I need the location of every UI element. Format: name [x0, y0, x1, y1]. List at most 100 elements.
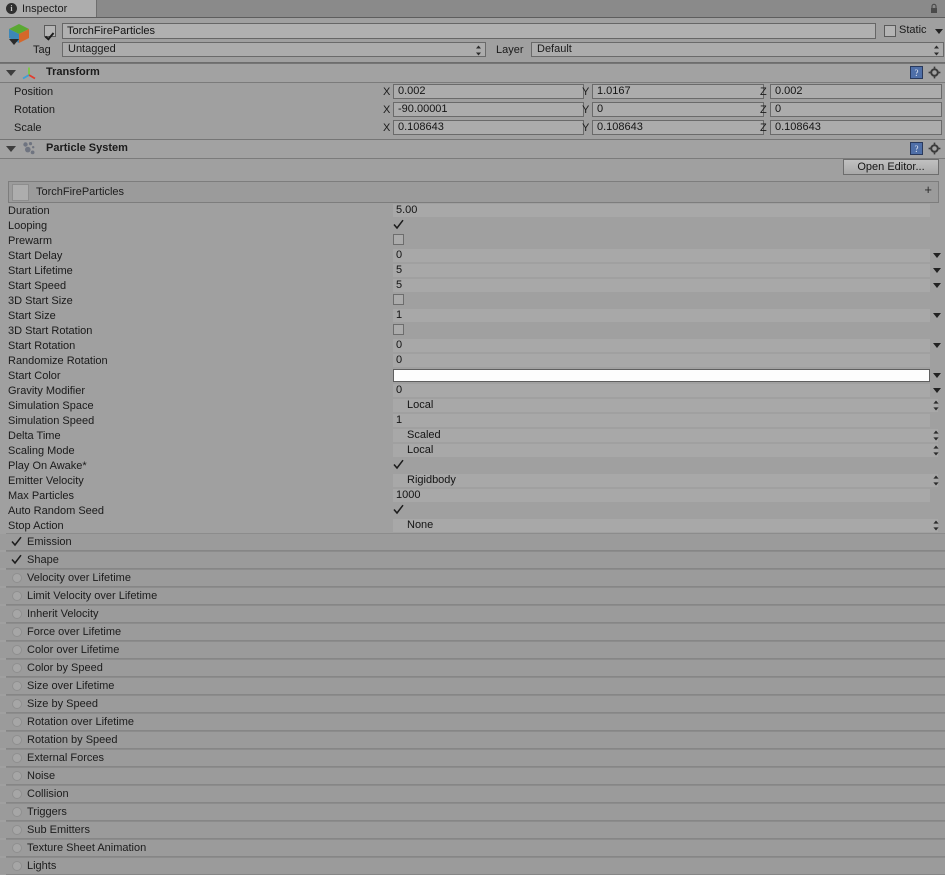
property-stop-action-dropdown[interactable]: None: [393, 519, 938, 532]
module-row-velocity-over-lifetime[interactable]: Velocity over Lifetime: [0, 569, 945, 587]
property-start-delay-input[interactable]: 0: [393, 249, 930, 262]
module-row-triggers[interactable]: Triggers: [0, 803, 945, 821]
tab-inspector[interactable]: i Inspector: [0, 0, 97, 17]
open-editor-button[interactable]: Open Editor...: [843, 159, 939, 175]
module-size-over-lifetime-toggle[interactable]: [12, 681, 22, 691]
property-3d-start-size-checkbox[interactable]: [393, 294, 404, 305]
module-color-by-speed-toggle[interactable]: [12, 663, 22, 673]
module-limit-velocity-over-lifetime-toggle[interactable]: [12, 591, 22, 601]
property-start-color-swatch[interactable]: [393, 369, 930, 382]
particle-system-component-header[interactable]: Particle System ?: [0, 139, 945, 159]
module-label: Noise: [27, 770, 56, 782]
help-book-icon[interactable]: ?: [910, 66, 923, 79]
transform-scale-x-input[interactable]: 0.108643: [393, 120, 584, 135]
property-start-lifetime-input[interactable]: 5: [393, 264, 930, 277]
module-label: Size by Speed: [27, 698, 98, 710]
module-noise-toggle[interactable]: [12, 771, 22, 781]
property-looping-checkbox[interactable]: [393, 219, 404, 230]
module-color-over-lifetime-toggle[interactable]: [12, 645, 22, 655]
property-simulation-speed-input[interactable]: 1: [393, 414, 930, 427]
module-row-color-by-speed[interactable]: Color by Speed: [0, 659, 945, 677]
property-auto-random-seed-checkbox[interactable]: [393, 504, 404, 515]
module-velocity-over-lifetime-toggle[interactable]: [12, 573, 22, 583]
property-start-rotation-input[interactable]: 0: [393, 339, 930, 352]
transform-position-y-input[interactable]: 1.0167: [592, 84, 764, 99]
property-start-delay-dropdown-icon[interactable]: [933, 253, 941, 258]
module-rotation-over-lifetime-toggle[interactable]: [12, 717, 22, 727]
transform-component-header[interactable]: Transform ?: [0, 63, 945, 83]
layer-dropdown[interactable]: Default: [531, 42, 944, 57]
module-row-emission[interactable]: Emission: [0, 533, 945, 551]
module-row-noise[interactable]: Noise: [0, 767, 945, 785]
property-row-looping: Looping: [0, 218, 945, 233]
module-inherit-velocity-toggle[interactable]: [12, 609, 22, 619]
tag-dropdown[interactable]: Untagged: [62, 42, 486, 57]
module-size-by-speed-toggle[interactable]: [12, 699, 22, 709]
module-row-collision[interactable]: Collision: [0, 785, 945, 803]
transform-rotation-x-input[interactable]: -90.00001: [393, 102, 584, 117]
module-shape-toggle[interactable]: [11, 554, 22, 565]
module-collision-toggle[interactable]: [12, 789, 22, 799]
property-3d-start-rotation-checkbox[interactable]: [393, 324, 404, 335]
module-external-forces-toggle[interactable]: [12, 753, 22, 763]
property-row-start-size: Start Size 1: [0, 308, 945, 323]
gear-icon[interactable]: [928, 142, 941, 155]
module-texture-sheet-animation-toggle[interactable]: [12, 843, 22, 853]
module-row-lights[interactable]: Lights: [0, 857, 945, 875]
property-start-size-input[interactable]: 1: [393, 309, 930, 322]
transform-scale-z-input[interactable]: 0.108643: [770, 120, 942, 135]
info-icon: i: [6, 3, 17, 14]
module-force-over-lifetime-toggle[interactable]: [12, 627, 22, 637]
transform-foldout-icon[interactable]: [6, 70, 16, 76]
property-duration-input[interactable]: 5.00: [393, 204, 930, 217]
transform-position-x-input[interactable]: 0.002: [393, 84, 584, 99]
module-row-limit-velocity-over-lifetime[interactable]: Limit Velocity over Lifetime: [0, 587, 945, 605]
module-row-inherit-velocity[interactable]: Inherit Velocity: [0, 605, 945, 623]
property-max-particles-input[interactable]: 1000: [393, 489, 930, 502]
module-row-size-by-speed[interactable]: Size by Speed: [0, 695, 945, 713]
module-rotation-by-speed-toggle[interactable]: [12, 735, 22, 745]
module-row-shape[interactable]: Shape: [0, 551, 945, 569]
lock-icon[interactable]: [929, 3, 939, 14]
property-delta-time-dropdown[interactable]: Scaled: [393, 429, 938, 442]
property-gravity-modifier-input[interactable]: 0: [393, 384, 930, 397]
gameobject-enabled-checkbox[interactable]: [44, 25, 56, 40]
gear-icon[interactable]: [928, 66, 941, 79]
static-checkbox[interactable]: [884, 25, 896, 40]
module-row-rotation-by-speed[interactable]: Rotation by Speed: [0, 731, 945, 749]
property-start-size-dropdown-icon[interactable]: [933, 313, 941, 318]
property-prewarm-checkbox[interactable]: [393, 234, 404, 245]
property-emitter-velocity-dropdown[interactable]: Rigidbody: [393, 474, 938, 487]
module-triggers-toggle[interactable]: [12, 807, 22, 817]
particle-system-foldout-icon[interactable]: [6, 146, 16, 152]
module-row-sub-emitters[interactable]: Sub Emitters: [0, 821, 945, 839]
property-scaling-mode-dropdown[interactable]: Local: [393, 444, 938, 457]
property-start-lifetime-dropdown-icon[interactable]: [933, 268, 941, 273]
module-row-rotation-over-lifetime[interactable]: Rotation over Lifetime: [0, 713, 945, 731]
transform-rotation-y-input[interactable]: 0: [592, 102, 764, 117]
transform-position-z-input[interactable]: 0.002: [770, 84, 942, 99]
property-simulation-space-dropdown[interactable]: Local: [393, 399, 938, 412]
static-dropdown-icon[interactable]: [935, 29, 943, 34]
property-play-on-awake-checkbox[interactable]: [393, 459, 404, 470]
particle-system-subheader[interactable]: TorchFireParticles +: [8, 181, 939, 203]
module-row-color-over-lifetime[interactable]: Color over Lifetime: [0, 641, 945, 659]
property-start-color-dropdown-icon[interactable]: [933, 373, 941, 378]
module-row-force-over-lifetime[interactable]: Force over Lifetime: [0, 623, 945, 641]
help-book-icon[interactable]: ?: [910, 142, 923, 155]
property-start-speed-dropdown-icon[interactable]: [933, 283, 941, 288]
property-start-rotation-dropdown-icon[interactable]: [933, 343, 941, 348]
module-lights-toggle[interactable]: [12, 861, 22, 871]
transform-scale-y-input[interactable]: 0.108643: [592, 120, 764, 135]
add-module-button[interactable]: +: [924, 183, 932, 196]
property-start-speed-input[interactable]: 5: [393, 279, 930, 292]
property-randomize-rotation-input[interactable]: 0: [393, 354, 930, 367]
module-row-external-forces[interactable]: External Forces: [0, 749, 945, 767]
module-emission-toggle[interactable]: [11, 536, 22, 547]
gameobject-name-input[interactable]: TorchFireParticles: [62, 23, 876, 39]
module-sub-emitters-toggle[interactable]: [12, 825, 22, 835]
module-row-texture-sheet-animation[interactable]: Texture Sheet Animation: [0, 839, 945, 857]
module-row-size-over-lifetime[interactable]: Size over Lifetime: [0, 677, 945, 695]
transform-rotation-z-input[interactable]: 0: [770, 102, 942, 117]
property-gravity-modifier-dropdown-icon[interactable]: [933, 388, 941, 393]
